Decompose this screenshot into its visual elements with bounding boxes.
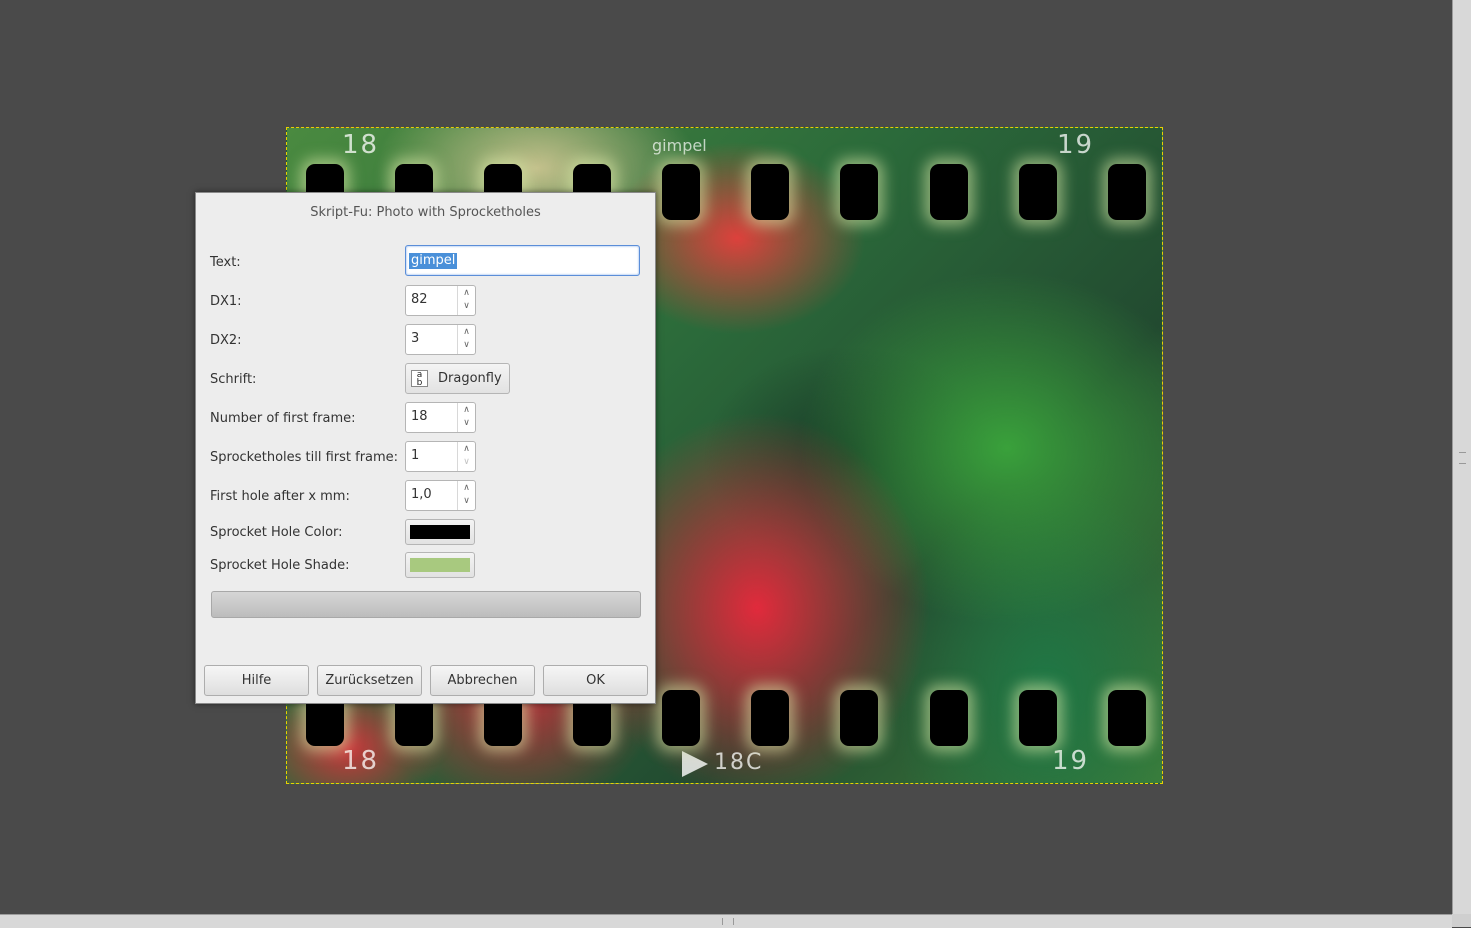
dx2-value: 3 [411,331,420,346]
font-button[interactable]: ab Dragonfly [405,363,510,394]
holes-till-first-spinbox[interactable]: 1 ∧ ∨ [405,441,476,472]
chevron-down-icon: ∨ [463,457,470,467]
hole-shade-button[interactable] [405,552,475,578]
progress-bar [211,591,641,618]
dx2-label: DX2: [210,333,242,348]
horizontal-scrollbar[interactable] [0,914,1452,928]
holes-till-first-value: 1 [411,448,420,463]
hole-shade-label: Sprocket Hole Shade: [210,558,350,573]
first-frame-value: 18 [411,409,428,424]
frame-number-top-right: 19 [1057,130,1095,160]
hole-color-label: Sprocket Hole Color: [210,525,343,540]
dx1-spinbox[interactable]: 82 ∧ ∨ [405,285,476,316]
play-arrow-icon [682,751,708,777]
font-name: Dragonfly [438,371,502,386]
dialog-title: Skript-Fu: Photo with Sprocketholes [310,205,541,220]
chevron-down-icon[interactable]: ∨ [461,495,472,508]
chevron-up-icon[interactable]: ∧ [461,482,472,495]
dx1-value: 82 [411,292,428,307]
sprocket-hole [930,164,968,220]
scrollbar-grip-icon [1459,452,1466,464]
reset-button[interactable]: Zurücksetzen [317,665,422,696]
chevron-down-icon[interactable]: ∨ [461,300,472,313]
dx2-spinbox[interactable]: 3 ∧ ∨ [405,324,476,355]
font-label: Schrift: [210,372,257,387]
frame-number-bottom-right: 19 [1052,746,1090,776]
first-hole-mm-value: 1,0 [411,487,432,502]
cancel-button[interactable]: Abbrechen [430,665,535,696]
sprocket-hole [751,690,789,746]
dx1-label: DX1: [210,294,242,309]
frame-number-bottom-mid: 18C [714,750,764,775]
sprocket-hole [1108,690,1146,746]
chevron-up-icon[interactable]: ∧ [461,443,472,456]
chevron-down-icon[interactable]: ∨ [461,339,472,352]
chevron-up-icon[interactable]: ∧ [461,287,472,300]
ok-button[interactable]: OK [543,665,648,696]
first-hole-mm-spinbox[interactable]: 1,0 ∧ ∨ [405,480,476,511]
sprocket-hole [751,164,789,220]
chevron-down-icon[interactable]: ∨ [461,417,472,430]
film-text-top: gimpel [652,136,707,155]
sprocket-hole [840,164,878,220]
hole-color-swatch [410,525,470,539]
sprocket-hole [662,690,700,746]
scrollbar-grip-icon [722,918,734,925]
help-button[interactable]: Hilfe [204,665,309,696]
frame-number-bottom-left: 18 [342,746,380,776]
sprocket-hole [662,164,700,220]
font-icon: ab [411,370,428,388]
text-input-value: gimpel [409,253,458,269]
first-frame-spinbox[interactable]: 18 ∧ ∨ [405,402,476,433]
chevron-up-icon[interactable]: ∧ [461,404,472,417]
first-frame-label: Number of first frame: [210,411,356,426]
text-label: Text: [210,255,241,270]
hole-color-button[interactable] [405,519,475,545]
sprocket-hole [1019,690,1057,746]
first-hole-mm-label: First hole after x mm: [210,489,350,504]
vertical-scrollbar[interactable] [1452,0,1471,914]
sprocket-hole [840,690,878,746]
sprocket-hole [930,690,968,746]
chevron-up-icon[interactable]: ∧ [461,326,472,339]
text-input[interactable]: gimpel [405,245,640,276]
scroll-corner [1452,914,1471,927]
script-fu-dialog: Skript-Fu: Photo with Sprocketholes Text… [195,192,656,704]
hole-shade-swatch [410,558,470,572]
sprocket-hole [1019,164,1057,220]
sprocket-hole [1108,164,1146,220]
frame-number-top-left: 18 [342,130,380,160]
holes-till-first-label: Sprocketholes till first frame: [210,450,399,465]
